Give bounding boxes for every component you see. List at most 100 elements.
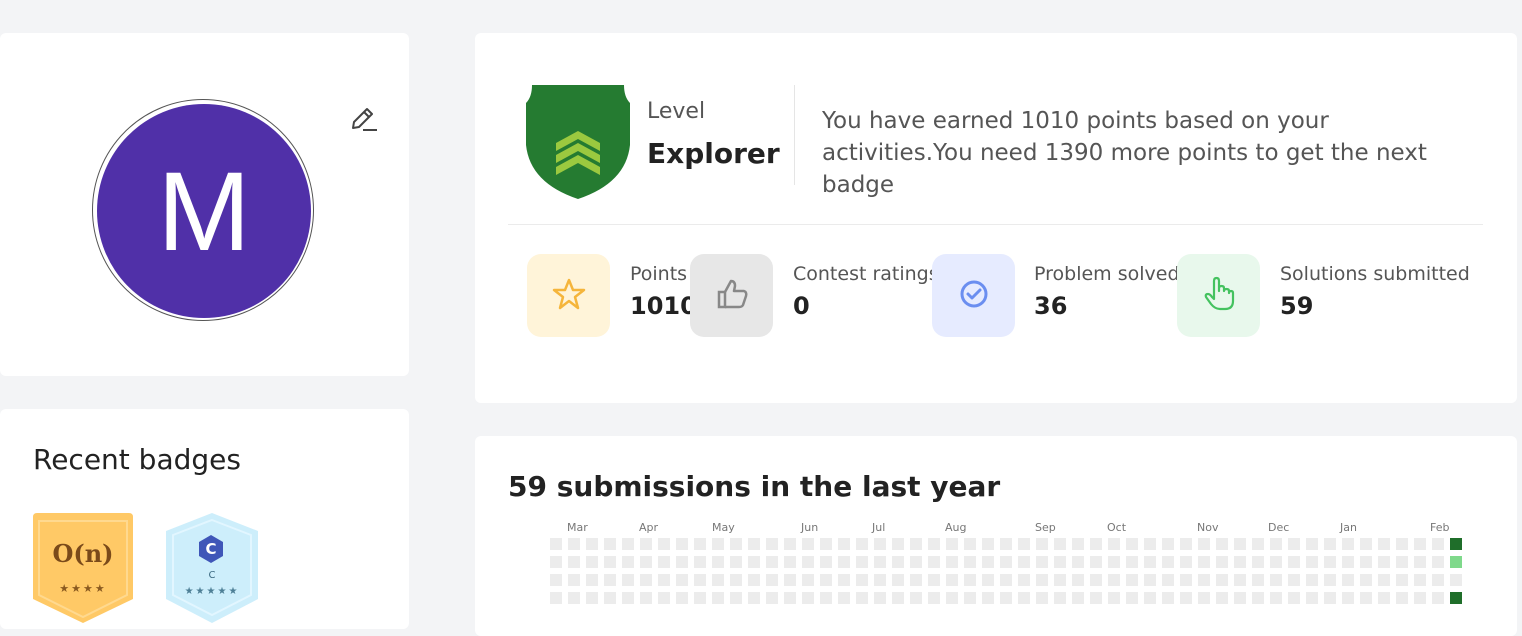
heatmap-cell[interactable] bbox=[1450, 556, 1462, 568]
heatmap-cell[interactable] bbox=[1252, 592, 1264, 604]
heatmap-cell[interactable] bbox=[1360, 556, 1372, 568]
heatmap-cell[interactable] bbox=[568, 592, 580, 604]
heatmap-cell[interactable] bbox=[586, 574, 598, 586]
heatmap-cell[interactable] bbox=[1252, 538, 1264, 550]
heatmap-cell[interactable] bbox=[1144, 574, 1156, 586]
heatmap-cell[interactable] bbox=[1054, 574, 1066, 586]
heatmap-cell[interactable] bbox=[622, 556, 634, 568]
heatmap-cell[interactable] bbox=[1018, 574, 1030, 586]
heatmap-cell[interactable] bbox=[892, 556, 904, 568]
heatmap-cell[interactable] bbox=[1000, 556, 1012, 568]
heatmap-cell[interactable] bbox=[1288, 574, 1300, 586]
heatmap-cell[interactable] bbox=[1054, 538, 1066, 550]
heatmap-cell[interactable] bbox=[712, 592, 724, 604]
heatmap-cell[interactable] bbox=[1198, 556, 1210, 568]
heatmap-cell[interactable] bbox=[1342, 538, 1354, 550]
heatmap-cell[interactable] bbox=[1036, 592, 1048, 604]
heatmap-cell[interactable] bbox=[1162, 556, 1174, 568]
heatmap-cell[interactable] bbox=[910, 592, 922, 604]
heatmap-cell[interactable] bbox=[1378, 556, 1390, 568]
heatmap-cell[interactable] bbox=[856, 574, 868, 586]
heatmap-cell[interactable] bbox=[946, 556, 958, 568]
heatmap-cell[interactable] bbox=[1270, 538, 1282, 550]
heatmap-cell[interactable] bbox=[1432, 574, 1444, 586]
heatmap-cell[interactable] bbox=[748, 574, 760, 586]
badge-big-o[interactable]: O(n) ★★★★ bbox=[33, 513, 133, 623]
heatmap-cell[interactable] bbox=[1306, 538, 1318, 550]
heatmap-cell[interactable] bbox=[1450, 574, 1462, 586]
heatmap-cell[interactable] bbox=[1126, 538, 1138, 550]
heatmap-cell[interactable] bbox=[856, 592, 868, 604]
heatmap-cell[interactable] bbox=[1090, 538, 1102, 550]
heatmap-cell[interactable] bbox=[676, 556, 688, 568]
heatmap-cell[interactable] bbox=[1432, 556, 1444, 568]
heatmap-cell[interactable] bbox=[694, 592, 706, 604]
heatmap-cell[interactable] bbox=[1270, 592, 1282, 604]
heatmap-cell[interactable] bbox=[604, 592, 616, 604]
heatmap-cell[interactable] bbox=[1198, 574, 1210, 586]
badge-c-language[interactable]: C C ★★★★★ bbox=[164, 513, 264, 623]
heatmap-cell[interactable] bbox=[820, 592, 832, 604]
heatmap-cell[interactable] bbox=[892, 538, 904, 550]
heatmap-cell[interactable] bbox=[1342, 574, 1354, 586]
heatmap-cell[interactable] bbox=[1180, 556, 1192, 568]
heatmap-cell[interactable] bbox=[622, 592, 634, 604]
heatmap-cell[interactable] bbox=[928, 592, 940, 604]
heatmap-cell[interactable] bbox=[766, 538, 778, 550]
heatmap-cell[interactable] bbox=[802, 574, 814, 586]
heatmap-cell[interactable] bbox=[1288, 592, 1300, 604]
heatmap-cell[interactable] bbox=[802, 556, 814, 568]
heatmap-cell[interactable] bbox=[1270, 556, 1282, 568]
heatmap-cell[interactable] bbox=[1414, 592, 1426, 604]
edit-pencil-icon[interactable] bbox=[347, 103, 379, 135]
heatmap-cell[interactable] bbox=[1072, 538, 1084, 550]
heatmap-cell[interactable] bbox=[1054, 592, 1066, 604]
heatmap-cell[interactable] bbox=[604, 556, 616, 568]
heatmap-cell[interactable] bbox=[676, 538, 688, 550]
heatmap-cell[interactable] bbox=[1108, 574, 1120, 586]
heatmap-cell[interactable] bbox=[838, 574, 850, 586]
heatmap-cell[interactable] bbox=[856, 538, 868, 550]
heatmap-cell[interactable] bbox=[1306, 592, 1318, 604]
heatmap-cell[interactable] bbox=[784, 556, 796, 568]
heatmap-cell[interactable] bbox=[1288, 538, 1300, 550]
heatmap-cell[interactable] bbox=[1414, 556, 1426, 568]
heatmap-cell[interactable] bbox=[1252, 556, 1264, 568]
heatmap-cell[interactable] bbox=[964, 556, 976, 568]
heatmap-cell[interactable] bbox=[838, 592, 850, 604]
heatmap-cell[interactable] bbox=[658, 556, 670, 568]
heatmap-cell[interactable] bbox=[820, 556, 832, 568]
heatmap-cell[interactable] bbox=[568, 556, 580, 568]
heatmap-cell[interactable] bbox=[568, 538, 580, 550]
heatmap-cell[interactable] bbox=[964, 538, 976, 550]
heatmap-cell[interactable] bbox=[640, 556, 652, 568]
heatmap-cell[interactable] bbox=[892, 574, 904, 586]
heatmap-cell[interactable] bbox=[1144, 592, 1156, 604]
heatmap-cell[interactable] bbox=[874, 556, 886, 568]
heatmap-cell[interactable] bbox=[946, 592, 958, 604]
heatmap-cell[interactable] bbox=[730, 574, 742, 586]
heatmap-cell[interactable] bbox=[550, 574, 562, 586]
heatmap-cell[interactable] bbox=[1090, 574, 1102, 586]
heatmap-cell[interactable] bbox=[1378, 574, 1390, 586]
heatmap-cell[interactable] bbox=[658, 592, 670, 604]
heatmap-cell[interactable] bbox=[1414, 574, 1426, 586]
heatmap-cell[interactable] bbox=[874, 592, 886, 604]
heatmap-cell[interactable] bbox=[586, 592, 598, 604]
heatmap-cell[interactable] bbox=[982, 574, 994, 586]
heatmap-cell[interactable] bbox=[784, 538, 796, 550]
heatmap-cell[interactable] bbox=[1450, 592, 1462, 604]
heatmap-cell[interactable] bbox=[1360, 538, 1372, 550]
heatmap-cell[interactable] bbox=[1090, 592, 1102, 604]
heatmap-cell[interactable] bbox=[784, 592, 796, 604]
heatmap-cell[interactable] bbox=[1072, 592, 1084, 604]
heatmap-cell[interactable] bbox=[856, 556, 868, 568]
heatmap-cell[interactable] bbox=[766, 592, 778, 604]
heatmap-cell[interactable] bbox=[1450, 538, 1462, 550]
heatmap-cell[interactable] bbox=[910, 538, 922, 550]
heatmap-cell[interactable] bbox=[1072, 574, 1084, 586]
heatmap-cell[interactable] bbox=[1324, 556, 1336, 568]
heatmap-cell[interactable] bbox=[1198, 538, 1210, 550]
heatmap-cell[interactable] bbox=[946, 574, 958, 586]
heatmap-cell[interactable] bbox=[928, 574, 940, 586]
